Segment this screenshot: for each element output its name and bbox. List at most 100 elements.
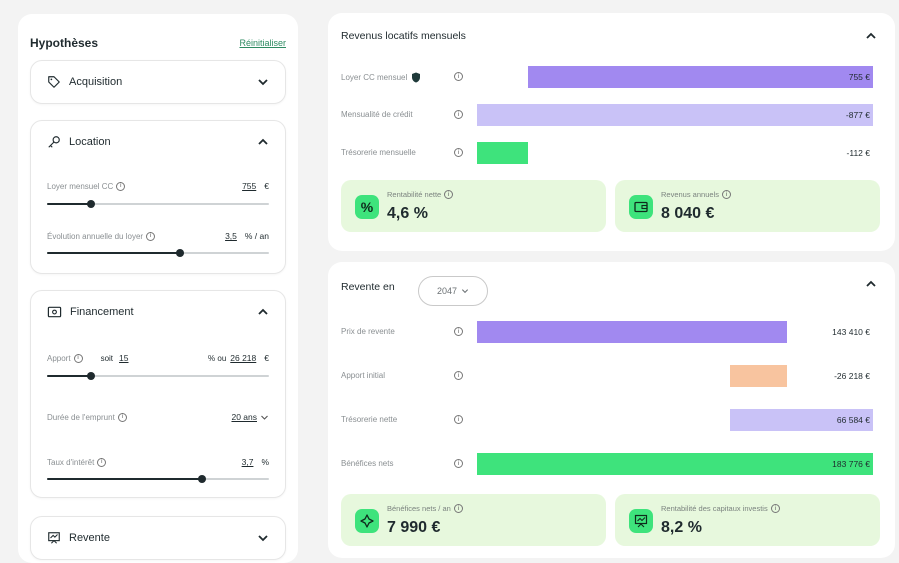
kpi-benefices-an: Bénéfices nets / an i 7 990 € bbox=[341, 494, 606, 546]
growth-slider[interactable] bbox=[47, 249, 269, 257]
row-label: Prix de revente bbox=[341, 327, 395, 336]
accordion-financement: Financement Apport i soit 15 % ou 26 218 … bbox=[30, 290, 286, 498]
kpi-label: Revenus annuels i bbox=[661, 190, 731, 199]
bar-tresorerie bbox=[477, 142, 528, 164]
row-label: Bénéfices nets bbox=[341, 459, 394, 468]
reset-link[interactable]: Réinitialiser bbox=[239, 38, 286, 48]
accordion-label: Location bbox=[69, 136, 111, 148]
chevron-down-icon[interactable] bbox=[257, 76, 269, 88]
kpi-rentabilite-capitaux: Rentabilité des capitaux investis i 8,2 % bbox=[615, 494, 880, 546]
slider-handle[interactable] bbox=[176, 249, 185, 257]
accordion-acquisition[interactable]: Acquisition bbox=[30, 60, 286, 104]
kpi-value: 4,6 % bbox=[387, 205, 428, 222]
duree-field: Durée de l'emprunt i 20 ans bbox=[47, 412, 269, 422]
slider-handle[interactable] bbox=[87, 372, 96, 380]
rent-slider[interactable] bbox=[47, 200, 269, 208]
info-icon[interactable]: i bbox=[453, 504, 463, 513]
apport-unit: € bbox=[264, 353, 269, 363]
revente-row: Bénéfices nets i 183 776 € bbox=[341, 453, 873, 475]
bar-value: -112 € bbox=[846, 148, 870, 158]
info-icon[interactable]: i bbox=[117, 412, 127, 422]
kpi-revenus-annuels: Revenus annuels i 8 040 € bbox=[615, 180, 880, 232]
accordion-financement-header[interactable]: Financement bbox=[47, 291, 269, 333]
taux-value[interactable]: 3,7 bbox=[242, 457, 254, 467]
slider-handle[interactable] bbox=[87, 200, 96, 208]
bar-value: 143 410 € bbox=[832, 327, 870, 337]
revente-row: Trésorerie nette i 66 584 € bbox=[341, 409, 873, 431]
accordion-revente-header[interactable]: Revente bbox=[47, 517, 269, 559]
info-icon[interactable]: i bbox=[454, 371, 463, 380]
chevron-down-icon[interactable] bbox=[257, 532, 269, 544]
bar-value: 66 584 € bbox=[836, 415, 870, 425]
rent-value[interactable]: 755 bbox=[242, 181, 256, 191]
apport-percent[interactable]: 15 bbox=[119, 353, 128, 363]
panel-title: Hypothèses bbox=[30, 36, 99, 50]
accordion-revente[interactable]: Revente bbox=[30, 516, 286, 560]
info-icon[interactable]: i bbox=[444, 190, 454, 199]
revenus-row: Mensualité de crédit i -877 € bbox=[341, 104, 873, 126]
accordion-acquisition-header[interactable]: Acquisition bbox=[47, 61, 269, 103]
bar-prix-revente bbox=[477, 321, 787, 343]
slider-handle[interactable] bbox=[198, 475, 207, 483]
info-icon[interactable]: i bbox=[116, 181, 126, 191]
kpi-label: Rentabilité des capitaux investis i bbox=[661, 504, 780, 513]
apport-slider[interactable] bbox=[47, 372, 269, 380]
accordion-location: Location Loyer mensuel CC i 755 € Évoluti… bbox=[30, 120, 286, 274]
bar-loyer bbox=[528, 66, 873, 88]
info-icon[interactable]: i bbox=[454, 327, 463, 336]
chevron-up-icon[interactable] bbox=[865, 30, 877, 42]
info-icon[interactable]: i bbox=[146, 231, 156, 241]
year-select[interactable]: 2047 bbox=[418, 276, 488, 306]
info-icon[interactable]: i bbox=[454, 148, 463, 157]
info-icon[interactable]: i bbox=[73, 353, 83, 363]
revente-card: Revente en 2047 Prix de revente i 143 41… bbox=[328, 262, 895, 558]
taux-unit: % bbox=[261, 457, 269, 467]
kpi-label: Rentabilité nette i bbox=[387, 190, 454, 199]
apport-amount[interactable]: 26 218 bbox=[230, 353, 256, 363]
taux-field: Taux d'intérêt i 3,7 % bbox=[47, 457, 269, 467]
row-label: Apport initial bbox=[341, 371, 386, 380]
info-icon[interactable]: i bbox=[454, 72, 463, 81]
duree-label: Durée de l'emprunt bbox=[47, 412, 115, 422]
taux-label: Taux d'intérêt bbox=[47, 457, 95, 467]
kpi-value: 7 990 € bbox=[387, 519, 441, 536]
info-icon[interactable]: i bbox=[721, 190, 731, 199]
rent-field: Loyer mensuel CC i 755 € bbox=[47, 181, 269, 191]
info-icon[interactable]: i bbox=[770, 504, 780, 513]
bar-value: 755 € bbox=[848, 72, 870, 82]
revente-title: Revente en bbox=[341, 281, 395, 293]
chevron-down-icon[interactable] bbox=[260, 413, 269, 422]
growth-label: Évolution annuelle du loyer bbox=[47, 231, 144, 241]
chevron-up-icon[interactable] bbox=[257, 306, 269, 318]
kpi-value: 8 040 € bbox=[661, 205, 715, 222]
presentation-icon bbox=[48, 532, 60, 544]
info-icon[interactable]: i bbox=[454, 110, 463, 119]
accordion-label: Financement bbox=[70, 306, 134, 318]
chevron-up-icon[interactable] bbox=[865, 278, 877, 290]
revenus-card: Revenus locatifs mensuels Loyer CC mensu… bbox=[328, 13, 895, 251]
revenus-title: Revenus locatifs mensuels bbox=[341, 30, 466, 42]
info-icon[interactable]: i bbox=[454, 415, 463, 424]
taux-slider[interactable] bbox=[47, 475, 269, 483]
accordion-label: Revente bbox=[69, 532, 110, 544]
presentation-chart-icon bbox=[629, 509, 653, 533]
chevron-up-icon[interactable] bbox=[257, 136, 269, 148]
bar-mensualite bbox=[477, 104, 873, 126]
info-icon[interactable]: i bbox=[97, 457, 107, 467]
row-label: Trésorerie mensuelle bbox=[341, 148, 416, 157]
wallet-icon bbox=[629, 195, 653, 219]
revente-row: Prix de revente i 143 410 € bbox=[341, 321, 873, 343]
bar-value: -877 € bbox=[845, 110, 870, 120]
kpi-rentabilite-nette: % Rentabilité nette i 4,6 % bbox=[341, 180, 606, 232]
row-label: Trésorerie nette bbox=[341, 415, 398, 424]
rent-label: Loyer mensuel CC bbox=[47, 181, 114, 191]
duree-select[interactable]: 20 ans bbox=[231, 412, 257, 422]
row-label: Loyer CC mensuel bbox=[341, 72, 421, 83]
growth-value[interactable]: 3,5 bbox=[225, 231, 237, 241]
revenus-row: Trésorerie mensuelle i -112 € bbox=[341, 142, 873, 164]
row-label: Mensualité de crédit bbox=[341, 110, 413, 119]
accordion-location-header[interactable]: Location bbox=[47, 121, 269, 163]
bar-apport-initial bbox=[730, 365, 787, 387]
rent-unit: € bbox=[264, 181, 269, 191]
info-icon[interactable]: i bbox=[454, 459, 463, 468]
